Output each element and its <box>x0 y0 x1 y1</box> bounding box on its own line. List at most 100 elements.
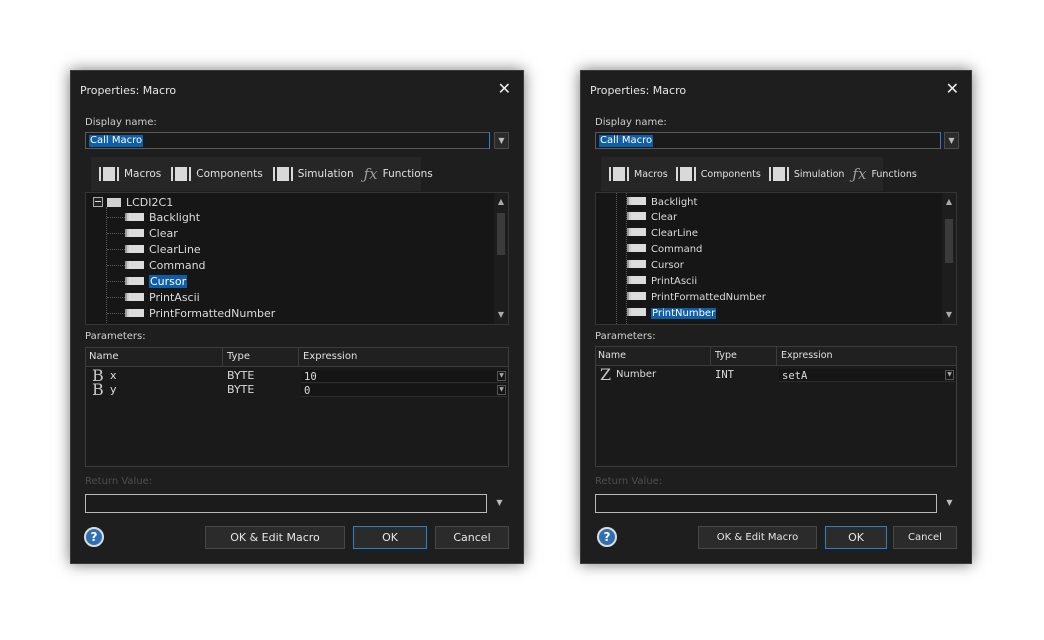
tab-label: Simulation <box>297 168 354 180</box>
component-icon <box>675 167 696 181</box>
tree-connector <box>107 313 125 314</box>
tree-item-label: Clear <box>651 212 678 223</box>
parameter-row[interactable]: B y BYTE 0 ▼ <box>86 380 508 399</box>
int-type-icon: Z <box>600 365 612 384</box>
expression-dropdown-icon[interactable]: ▼ <box>497 385 506 395</box>
ok-edit-macro-button[interactable]: OK & Edit Macro <box>205 526 345 549</box>
cancel-button[interactable]: Cancel <box>435 526 509 549</box>
param-name: y <box>110 383 117 396</box>
tree-item-label: Clear <box>149 227 178 240</box>
tab-bar: Macros Components Simulation ƒx Function… <box>91 157 433 191</box>
tab-macros[interactable]: Macros <box>609 167 668 181</box>
expression-field[interactable]: setA ▼ <box>779 369 955 382</box>
parameters-table: Name Type Expression B x BYTE 10 ▼ B y B… <box>85 347 509 467</box>
return-value-field[interactable] <box>595 494 937 513</box>
column-type-header: Type <box>227 351 250 362</box>
tree-item-label: PrintAscii <box>149 291 200 304</box>
text-caret <box>489 132 490 149</box>
display-name-dropdown-button[interactable]: ▼ <box>944 132 959 149</box>
scroll-up-icon[interactable]: ▲ <box>942 195 956 209</box>
display-name-label: Display name: <box>595 117 667 128</box>
ok-button[interactable]: OK <box>353 526 427 549</box>
macro-properties-dialog-left: Properties: Macro ✕ Display name: Call M… <box>70 70 524 564</box>
display-name-field[interactable]: Call Macro <box>85 132 490 149</box>
return-value-field[interactable] <box>85 494 487 513</box>
display-name-dropdown-button[interactable]: ▼ <box>494 132 509 149</box>
tree-connector <box>107 265 125 266</box>
tree-item-selected[interactable]: Cursor <box>125 274 188 289</box>
tab-functions[interactable]: ƒx Functions <box>852 165 916 183</box>
tree-item[interactable]: Clear <box>627 210 677 225</box>
byte-type-icon: B <box>92 380 104 399</box>
scroll-down-icon[interactable]: ▼ <box>494 308 508 322</box>
parameter-row[interactable]: Z Number INT setA ▼ <box>596 365 956 384</box>
tab-label: Functions <box>871 168 917 180</box>
tree-scrollbar[interactable]: ▲ ▼ <box>494 193 508 324</box>
scroll-up-icon[interactable]: ▲ <box>494 195 508 209</box>
expression-dropdown-icon[interactable]: ▼ <box>497 371 506 381</box>
column-name-header: Name <box>89 351 119 362</box>
column-type-header: Type <box>715 350 737 361</box>
parameters-table: Name Type Expression Z Number INT setA ▼ <box>595 346 957 467</box>
parameters-header: Name Type Expression <box>596 347 956 366</box>
column-expression-header: Expression <box>303 351 358 362</box>
fx-icon: ƒx <box>852 165 867 183</box>
macro-tree[interactable]: LCDI2C1 Backlight Clear ClearLine Comman… <box>85 192 509 325</box>
tree-item[interactable]: Command <box>125 258 206 273</box>
tab-functions[interactable]: ƒx Functions <box>364 165 433 183</box>
return-value-dropdown-button[interactable]: ▼ <box>942 495 957 512</box>
tree-item[interactable]: Command <box>627 242 702 257</box>
tab-macros[interactable]: Macros <box>99 167 161 181</box>
title-bar[interactable]: Properties: Macro ✕ <box>581 71 971 109</box>
tree-item[interactable]: ClearLine <box>125 242 201 257</box>
tree-item-label: PrintAscii <box>651 276 698 287</box>
param-type: BYTE <box>227 369 255 382</box>
tree-connector <box>107 297 125 298</box>
tree-item-label: Backlight <box>651 197 698 208</box>
help-icon[interactable]: ? <box>597 527 617 547</box>
tree-item[interactable]: PrintAscii <box>125 290 200 305</box>
expression-field[interactable]: 0 ▼ <box>301 384 507 397</box>
tree-item[interactable]: ClearLine <box>627 226 698 241</box>
expression-field[interactable]: 10 ▼ <box>301 370 507 383</box>
ok-edit-macro-button[interactable]: OK & Edit Macro <box>698 526 817 549</box>
parameter-row[interactable]: B x BYTE 10 ▼ <box>86 368 508 384</box>
ok-button[interactable]: OK <box>825 526 887 549</box>
display-name-value: Call Macro <box>599 135 654 147</box>
tree-item[interactable]: Clear <box>125 226 178 241</box>
tree-scrollbar[interactable]: ▲ ▼ <box>942 193 956 324</box>
tree-item[interactable]: Cursor <box>627 258 684 273</box>
tab-simulation[interactable]: Simulation <box>768 167 845 181</box>
param-name: x <box>110 369 117 382</box>
tree-connector <box>107 217 125 218</box>
macro-tree[interactable]: Backlight Clear ClearLine Command Cursor… <box>595 192 957 325</box>
folder-icon <box>107 197 121 207</box>
scroll-down-icon[interactable]: ▼ <box>942 308 956 322</box>
expression-dropdown-icon[interactable]: ▼ <box>945 370 954 380</box>
help-icon[interactable]: ? <box>84 527 104 547</box>
collapse-icon[interactable] <box>93 197 103 207</box>
dialog-title: Properties: Macro <box>590 84 687 97</box>
cancel-button[interactable]: Cancel <box>893 526 957 549</box>
close-icon[interactable]: ✕ <box>498 79 511 98</box>
tree-item[interactable]: PrintFormattedNumber <box>627 290 766 305</box>
tree-root-item[interactable]: LCDI2C1 <box>93 195 173 210</box>
tree-item-selected[interactable]: PrintNumber <box>627 306 717 321</box>
return-value-dropdown-button[interactable]: ▼ <box>492 495 507 512</box>
display-name-field[interactable]: Call Macro <box>595 132 941 149</box>
tab-label: Simulation <box>793 168 845 180</box>
tree-item[interactable]: PrintAscii <box>627 274 697 289</box>
tab-components[interactable]: Components <box>675 167 761 181</box>
close-icon[interactable]: ✕ <box>946 79 959 98</box>
parameters-label: Parameters: <box>595 331 656 342</box>
macro-icon <box>99 167 119 181</box>
tree-item[interactable]: Backlight <box>125 210 200 225</box>
tree-item[interactable]: Backlight <box>627 195 697 210</box>
title-bar[interactable]: Properties: Macro ✕ <box>71 71 523 109</box>
tab-components[interactable]: Components <box>171 167 263 181</box>
scroll-thumb[interactable] <box>497 213 505 255</box>
tab-simulation[interactable]: Simulation <box>272 167 354 181</box>
tree-item[interactable]: PrintFormattedNumber <box>125 306 275 321</box>
tree-item-label: ClearLine <box>651 228 698 239</box>
scroll-thumb[interactable] <box>945 219 953 263</box>
